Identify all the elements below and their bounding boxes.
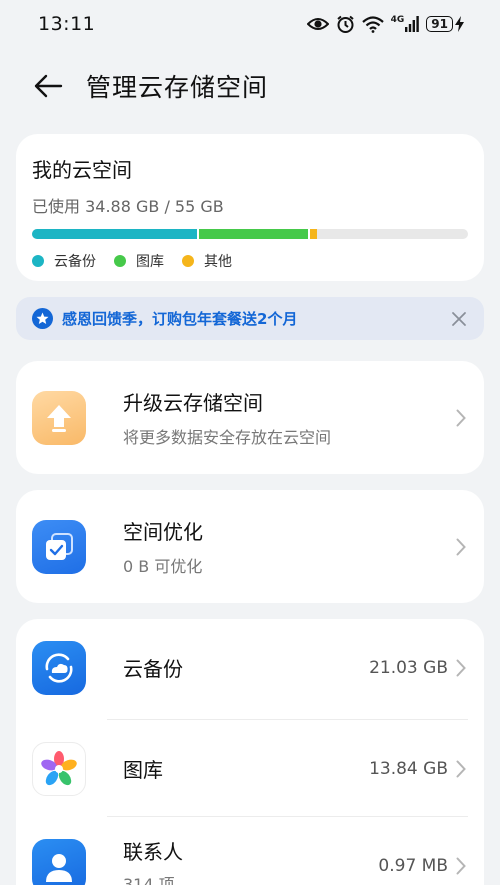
storage-summary-card: 我的云空间 已使用 34.88 GB / 55 GB 云备份 图库 其他 [16, 134, 484, 281]
upgrade-title: 升级云存储空间 [123, 391, 263, 415]
upgrade-arrow-icon [32, 390, 86, 445]
wifi-icon [361, 15, 384, 33]
chevron-right-icon [456, 857, 466, 874]
contacts-person-icon [32, 838, 86, 885]
legend-label: 云备份 [54, 254, 96, 270]
star-badge-icon [32, 308, 53, 329]
legend-dot [32, 255, 44, 267]
page-title: 管理云存储空间 [86, 73, 269, 102]
list-item-contacts[interactable]: 联系人 314 项 0.97 MB [16, 817, 484, 885]
cloud-backup-icon [32, 640, 86, 695]
signal-icon: 4G [391, 16, 420, 32]
list-item-cloud-backup[interactable]: 云备份 21.03 GB [16, 619, 484, 716]
chevron-right-icon [456, 538, 466, 555]
legend-dot [182, 255, 194, 267]
legend-dot [114, 255, 126, 267]
chevron-right-icon [456, 659, 466, 676]
status-time: 13:11 [38, 13, 96, 35]
legend-item-backup: 云备份 [32, 251, 96, 271]
upgrade-storage-card[interactable]: 升级云存储空间 将更多数据安全存放在云空间 [16, 361, 484, 474]
storage-title: 我的云空间 [32, 158, 132, 182]
usage-segment-other [309, 229, 318, 239]
close-icon [452, 311, 466, 326]
storage-usage-bar [32, 229, 468, 239]
battery-level: 91 [426, 16, 453, 32]
chevron-right-icon [456, 409, 466, 426]
status-icons: 4G 91 [306, 15, 464, 34]
chevron-right-icon [456, 760, 466, 777]
eye-icon [306, 18, 329, 30]
legend-label: 图库 [136, 254, 164, 270]
optimize-title: 空间优化 [123, 520, 203, 544]
app-name: 联系人 [123, 840, 183, 864]
network-type: 4G [390, 15, 405, 25]
usage-segment-gallery [199, 229, 308, 239]
usage-segment-backup [32, 229, 198, 239]
charging-icon [455, 16, 464, 32]
app-item-count: 314 项 [123, 875, 175, 885]
promo-close-button[interactable] [448, 308, 470, 330]
usage-legend: 云备份 图库 其他 [32, 251, 468, 271]
legend-label: 其他 [204, 254, 232, 270]
optimize-subtitle: 0 B 可优化 [123, 557, 203, 576]
back-arrow-icon [34, 74, 63, 98]
space-optimize-card[interactable]: 空间优化 0 B 可优化 [16, 490, 484, 603]
app-size: 0.97 MB [378, 855, 448, 876]
app-name: 图库 [123, 758, 163, 782]
promo-text: 感恩回馈季，订购包年套餐送2个月 [62, 310, 298, 328]
gallery-flower-icon [32, 741, 86, 796]
promo-banner[interactable]: 感恩回馈季，订购包年套餐送2个月 [16, 297, 484, 340]
list-item-gallery[interactable]: 图库 13.84 GB [16, 720, 484, 817]
status-bar: 13:11 4G 91 [0, 0, 500, 48]
app-name: 云备份 [123, 657, 183, 681]
app-size: 21.03 GB [369, 657, 448, 678]
optimize-check-icon [32, 519, 86, 574]
upgrade-subtitle: 将更多数据安全存放在云空间 [123, 428, 332, 447]
page-header: 管理云存储空间 [0, 60, 500, 112]
storage-used-text: 已使用 34.88 GB / 55 GB [32, 197, 224, 216]
legend-item-gallery: 图库 [114, 251, 164, 271]
battery-icon: 91 [426, 16, 464, 32]
back-button[interactable] [30, 68, 66, 104]
alarm-icon [337, 15, 354, 33]
legend-item-other: 其他 [182, 251, 232, 271]
app-size: 13.84 GB [369, 758, 448, 779]
app-storage-list: 云备份 21.03 GB 图库 13.84 GB 联系人 314 项 0.97 … [16, 619, 484, 885]
